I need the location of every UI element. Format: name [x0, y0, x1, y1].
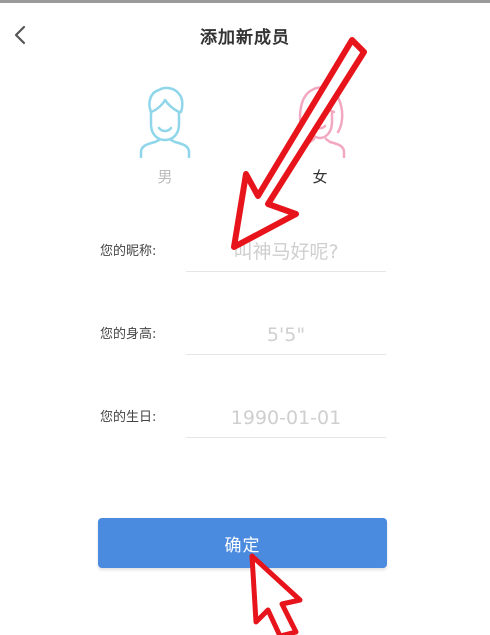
gender-label-male: 男 — [157, 168, 173, 186]
nickname-row: 您的昵称: — [100, 232, 390, 280]
nickname-label: 您的昵称: — [100, 244, 157, 259]
height-row: 您的身高: — [100, 315, 390, 363]
female-avatar-icon — [294, 86, 346, 158]
nickname-input[interactable] — [186, 232, 386, 272]
gender-option-male[interactable]: 男 — [125, 80, 205, 190]
birthday-label: 您的生日: — [100, 410, 157, 425]
gender-label-female: 女 — [312, 168, 328, 186]
height-label: 您的身高: — [100, 327, 157, 342]
page-title: 添加新成员 — [200, 28, 290, 48]
birthday-row: 您的生日: — [100, 398, 390, 446]
confirm-button[interactable]: 确定 — [98, 518, 387, 568]
birthday-input[interactable] — [186, 398, 386, 438]
header: 添加新成员 — [0, 3, 490, 63]
gender-option-female[interactable]: 女 — [280, 80, 360, 190]
height-input[interactable] — [186, 315, 386, 355]
male-avatar-icon — [139, 86, 191, 158]
